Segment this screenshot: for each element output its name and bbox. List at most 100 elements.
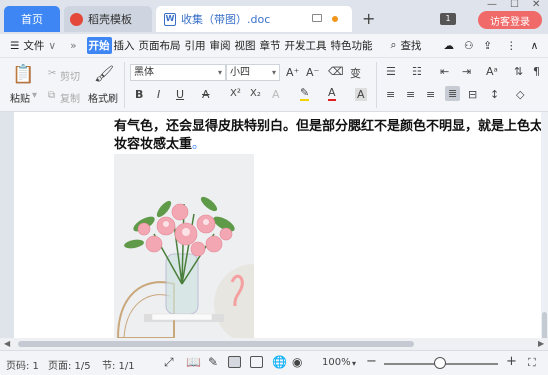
show-marks-icon[interactable]: ¶ [533,65,540,78]
doc-line-1[interactable]: 有气色，还会显得皮肤特别白。但是部分腮红不是颜色不明显，就是上色太 [114,118,544,136]
paste-dropdown-icon[interactable]: ▾ [32,90,37,101]
vertical-scrollbar[interactable] [541,112,548,372]
scroll-left-icon[interactable]: ◀ [4,339,10,348]
superscript-button[interactable]: X² [230,88,241,99]
text-effect-button[interactable]: A [272,88,280,101]
change-case-icon[interactable]: Aᵃ [486,65,498,78]
menu-developer[interactable]: 开发工具 [283,38,329,53]
shrink-font-button[interactable]: A⁻ [306,66,319,79]
zoom-slider-knob[interactable] [434,357,446,369]
minimize-icon[interactable]: — [487,0,497,10]
phonetic-button[interactable]: 变 [350,65,361,81]
scroll-right-icon[interactable]: ▶ [538,339,544,348]
cut-button[interactable]: 剪切 [60,68,80,83]
horizontal-scroll-thumb[interactable] [18,341,414,347]
reading-mode-icon[interactable]: 📖 [186,355,201,369]
tab-home-label: 首页 [21,13,43,26]
menu-features[interactable]: 特色功能 [329,38,375,53]
increase-indent-icon[interactable]: ⇥ [462,65,471,78]
close-icon[interactable]: ✕ [532,0,540,10]
font-size-select[interactable]: 小四 ▾ [226,64,280,81]
document-body[interactable]: 有气色，还会显得皮肤特别白。但是部分腮红不是颜色不明显，就是上色太 妆容妆感太重… [114,118,544,154]
align-center-icon[interactable]: ≡ [406,88,415,101]
italic-button[interactable]: I [157,88,160,101]
format-painter-icon[interactable]: 🖌 [94,64,114,83]
align-left-icon[interactable]: ≡ [386,88,395,101]
menu-sections[interactable]: 章节 [258,38,283,53]
fullscreen-icon[interactable]: ⤢ [164,355,174,370]
hamburger-icon[interactable]: ☰ [8,40,21,52]
align-justify-icon[interactable]: ≣ [445,86,461,101]
flower-vase-image[interactable] [114,154,254,338]
chevron-down-icon[interactable]: ∨ [46,40,58,52]
sort-icon[interactable]: ⇅ [514,65,523,78]
zoom-out-button[interactable]: − [366,354,377,369]
tab-home[interactable]: 首页 [4,6,60,32]
double-chevron-icon[interactable]: » [68,40,78,52]
menu-page-layout[interactable]: 页面布局 [137,38,183,53]
shading-icon[interactable]: ◇ [516,88,524,101]
underline-button[interactable]: U [176,88,184,101]
unsaved-dot-icon [332,16,338,22]
horizontal-scrollbar[interactable]: ◀ ▶ [0,338,548,350]
doc-line-2[interactable]: 妆容妆感太重。 [114,136,544,154]
page-code-status[interactable]: 页码: 1 [6,357,39,372]
maximize-icon[interactable]: ☐ [510,0,519,10]
tab-document[interactable]: W 收集（带图）.doc [156,6,352,32]
zoom-in-button[interactable]: + [506,354,517,369]
page-status[interactable]: 页面: 1/5 [48,357,91,372]
web-view-icon[interactable]: 🌐 [272,355,287,369]
bullet-list-icon[interactable]: ☰ [386,65,396,78]
outline-view-icon[interactable] [250,356,263,368]
eye-protection-icon[interactable]: ◉ [292,355,302,369]
collab-icon[interactable]: ⚇ [462,40,475,52]
bold-button[interactable]: B [135,88,143,101]
line-spacing-icon[interactable]: ↕ [490,88,499,101]
grow-font-button[interactable]: A⁺ [286,66,299,79]
more-icon[interactable]: ⋮ [504,40,519,52]
format-painter-button[interactable]: 格式刷 [88,90,118,105]
align-right-icon[interactable]: ≡ [426,88,435,101]
fit-window-icon[interactable]: ⛶ [528,356,536,370]
paste-button[interactable]: 粘贴 [10,90,30,105]
font-color-button[interactable]: A [328,86,336,101]
document-area[interactable]: 有气色，还会显得皮肤特别白。但是部分腮红不是颜色不明显，就是上色太 妆容妆感太重… [0,112,548,338]
search-button[interactable]: 查找 [398,38,423,53]
menu-insert[interactable]: 插入 [112,38,137,53]
subscript-button[interactable]: X₂ [250,88,261,99]
menu-file[interactable]: 文件 [21,38,46,53]
decrease-indent-icon[interactable]: ⇤ [440,65,449,78]
strikethrough-button[interactable]: A [202,88,210,101]
tab-template[interactable]: 稻壳模板 [64,6,152,32]
collapse-ribbon-icon[interactable]: ∧ [529,40,541,52]
paste-icon[interactable]: 📋 [12,64,34,85]
copy-button[interactable]: 复制 [60,90,80,105]
distribute-icon[interactable]: ⊟ [468,88,477,101]
document-page[interactable]: 有气色，还会显得皮肤特别白。但是部分腮红不是颜色不明显，就是上色太 妆容妆感太重… [14,112,544,338]
share-icon[interactable]: ⇪ [481,40,494,52]
font-name-select[interactable]: 黑体 ▾ [130,64,226,81]
zoom-dropdown-icon[interactable]: ▾ [352,359,356,368]
copy-icon[interactable]: ⧉ [48,90,55,101]
ribbon-toolbar: 📋 粘贴 ▾ ✂ 剪切 ⧉ 复制 🖌 格式刷 黑体 ▾ 小四 ▾ A⁺ A⁻ ⌫ 变… [0,58,548,112]
visitor-login-button[interactable]: 访客登录 [478,11,542,29]
search-icon[interactable]: ⌕ [389,39,399,52]
cloud-icon[interactable]: ☁ [441,40,456,52]
page-view-icon[interactable] [228,356,241,368]
menu-view[interactable]: 视图 [233,38,258,53]
numbered-list-icon[interactable]: ☷ [412,65,422,78]
window-count-badge[interactable]: 1 [440,13,456,25]
menu-start[interactable]: 开始 [86,37,112,54]
pen-icon[interactable]: ✎ [208,355,218,369]
zoom-level[interactable]: 100% [322,357,351,368]
highlight-icon[interactable]: ✎ [300,86,310,101]
section-status[interactable]: 节: 1/1 [102,357,135,372]
monitor-icon[interactable] [312,14,322,22]
eraser-icon[interactable]: ⌫ [328,65,344,78]
menu-references[interactable]: 引用 [183,38,208,53]
menu-review[interactable]: 审阅 [208,38,233,53]
new-tab-button[interactable]: + [362,9,375,28]
doc-line-2-text: 妆容妆感太重 [114,137,193,152]
cut-icon[interactable]: ✂ [48,68,56,79]
char-shading-button[interactable]: A [355,88,367,101]
